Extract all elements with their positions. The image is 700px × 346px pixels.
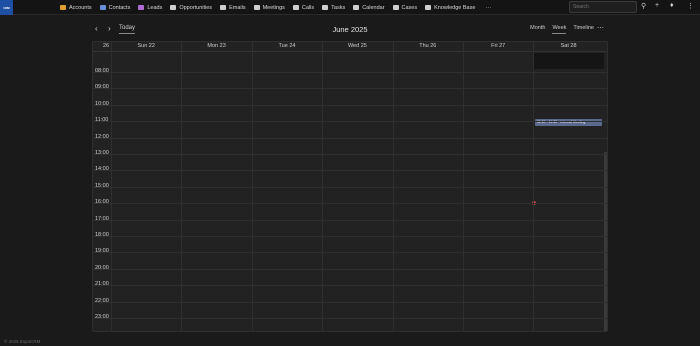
hour-label: 10:00: [95, 100, 109, 107]
nav-item-calendar[interactable]: Calendar: [353, 4, 385, 11]
nav-item-cases[interactable]: Cases: [392, 4, 418, 11]
hour-row-line: [93, 252, 607, 254]
day-header[interactable]: Sat 28: [533, 43, 603, 49]
nav-item-tasks[interactable]: Tasks: [322, 5, 345, 11]
nav-item-label: Calendar: [362, 4, 385, 11]
day-header[interactable]: Fri 27: [463, 43, 533, 49]
calendar-icon: [353, 5, 360, 10]
hour-row-line: [93, 72, 607, 73]
book-icon: [425, 5, 432, 10]
hour-row-line: [93, 154, 607, 155]
today-column-header: [533, 53, 604, 69]
week-grid: 26 Sun 22 Mon 23 Tue 24 Wed 25 Thu 26 Fri 27 S…: [92, 41, 608, 332]
nav-item-knowledge-base[interactable]: Knowledge Base: [425, 5, 475, 11]
nav-item-label: Knowledge Base: [434, 4, 476, 11]
hour-label: 08:00: [95, 68, 109, 74]
hour-row-line: [93, 88, 607, 90]
email-icon: [220, 5, 227, 10]
hour-row-line: [93, 121, 607, 123]
hour-label: 12:00: [95, 133, 109, 140]
top-navbar: CRM Accounts Contacts Leads Opportunities Em…: [0, 0, 700, 15]
day-header[interactable]: Tue 24: [252, 43, 322, 49]
search-input[interactable]: [569, 1, 637, 13]
cases-icon: [392, 5, 399, 10]
contacts-icon: [99, 5, 106, 10]
hour-row-line: [93, 318, 607, 319]
view-switcher: Month Week Timeline: [523, 25, 594, 34]
menu-kebab-icon[interactable]: ⋮: [687, 2, 694, 10]
nav-item-label: Meetings: [262, 4, 285, 11]
view-timeline-button[interactable]: Timeline: [573, 25, 594, 34]
day-header[interactable]: Mon 23: [181, 43, 251, 49]
footer-copyright: © 2025 EspoCRM: [4, 339, 41, 344]
main-nav: Accounts Contacts Leads Opportunities Emails…: [60, 0, 491, 15]
leads-icon: [138, 5, 145, 10]
hour-label: 15:00: [95, 182, 109, 189]
view-week-button[interactable]: Week: [552, 25, 567, 34]
hour-label: 21:00: [95, 281, 109, 288]
nav-item-label: Leads: [147, 4, 163, 11]
accounts-icon: [60, 5, 66, 10]
hour-row-line: [93, 285, 607, 287]
nav-item-calls[interactable]: Calls: [292, 4, 315, 11]
dollar-icon: [170, 5, 177, 10]
scrollbar[interactable]: [604, 152, 607, 331]
hour-label: 09:00: [95, 84, 109, 91]
day-headers: 26 Sun 22 Mon 23 Tue 24 Wed 25 Thu 26 Fri 27 S…: [93, 42, 607, 52]
meetings-icon: [253, 5, 260, 10]
plus-icon[interactable]: +: [655, 2, 659, 9]
hour-label: 16:00: [95, 199, 109, 206]
hour-row-line: [93, 301, 607, 303]
nav-item-label: Calls: [301, 4, 315, 11]
hour-label: 17:00: [95, 215, 109, 222]
app-logo[interactable]: CRM: [0, 0, 13, 15]
hour-label: 13:00: [95, 150, 109, 156]
nav-item-label: Tasks: [331, 4, 346, 11]
hour-row-line: [93, 137, 607, 139]
nav-item-accounts[interactable]: Accounts: [60, 5, 92, 11]
hour-row-line: [93, 186, 607, 188]
hour-row-line: [93, 203, 607, 205]
hour-label: 19:00: [95, 248, 109, 255]
nav-item-label: Contacts: [108, 4, 131, 11]
nav-more-icon[interactable]: ···: [485, 5, 491, 11]
nav-item-meetings[interactable]: Meetings: [253, 4, 285, 11]
bell-icon[interactable]: ♦: [670, 2, 674, 9]
calendar-header: ‹ › Today June 2025 Month Week Timeline ⋯: [92, 22, 608, 38]
hour-label: 11:00: [95, 117, 109, 124]
calendar-more-icon[interactable]: ⋯: [597, 24, 604, 32]
day-header[interactable]: Sun 22: [111, 43, 181, 49]
hour-row-line: [93, 268, 607, 270]
hour-row-line: [93, 170, 607, 172]
logo-text: CRM: [3, 5, 10, 10]
hour-row-line: [93, 236, 607, 237]
calendar-event[interactable]: 11:00 - 11:30 · Internal Meeting: [535, 119, 602, 126]
nav-item-label: Emails: [229, 4, 246, 11]
nav-item-label: Opportunities: [179, 4, 213, 11]
hour-label: 22:00: [95, 297, 109, 304]
hour-label: 23:00: [95, 314, 109, 320]
nav-item-label: Accounts: [69, 4, 92, 11]
hour-label: 18:00: [95, 232, 109, 238]
day-header[interactable]: Wed 25: [322, 43, 392, 49]
tasks-icon: [322, 5, 329, 10]
nav-item-opportunities[interactable]: Opportunities: [170, 5, 212, 11]
hour-label: 20:00: [95, 264, 109, 271]
hour-row-line: [93, 219, 607, 221]
nav-item-emails[interactable]: Emails: [220, 5, 246, 11]
view-month-button[interactable]: Month: [530, 25, 545, 34]
nav-item-contacts[interactable]: Contacts: [99, 4, 131, 11]
hour-label: 14:00: [95, 166, 109, 173]
search-icon[interactable]: ⚲: [641, 2, 646, 10]
phone-icon: [292, 5, 299, 10]
day-header[interactable]: Thu 26: [393, 43, 463, 49]
nav-item-label: Cases: [401, 4, 418, 11]
hour-row-line: [93, 104, 607, 106]
nav-item-leads[interactable]: Leads: [138, 5, 162, 11]
